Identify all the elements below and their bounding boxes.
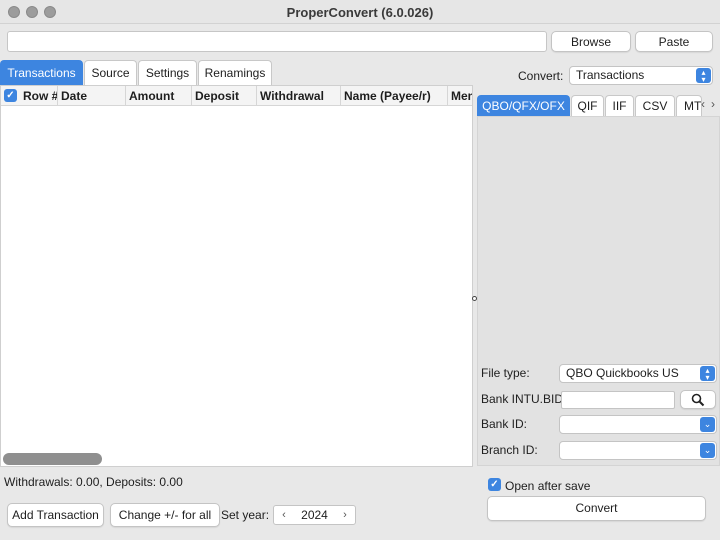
bank-intu-bid-value — [562, 393, 565, 407]
branch-id-label: Branch ID: — [481, 443, 538, 457]
tab-scroll-left-icon[interactable]: ‹ — [701, 97, 705, 111]
column-header-memo[interactable]: Mem — [448, 86, 472, 106]
tab-source-label: Source — [91, 66, 130, 80]
updown-chevron-icon: ▴ ▾ — [696, 68, 711, 84]
bank-id-select[interactable]: ⌄ — [559, 415, 717, 434]
transactions-table[interactable]: ✓ Row # Date Amount Deposit Withdrawal N… — [0, 85, 473, 467]
paste-button-label: Paste — [658, 35, 690, 49]
paste-button[interactable]: Paste — [635, 31, 713, 52]
browse-button-label: Browse — [570, 35, 611, 49]
add-transaction-label: Add Transaction — [12, 508, 99, 522]
select-all-cell: ✓ — [1, 86, 20, 106]
column-header-name[interactable]: Name (Payee/r) — [341, 86, 448, 106]
set-year-label: Set year: — [221, 508, 270, 522]
tab-csv-label: CSV — [642, 99, 668, 113]
branch-id-select[interactable]: ⌄ — [559, 441, 717, 460]
bank-intu-bid-label: Bank INTU.BID: — [481, 392, 567, 406]
column-header-deposit[interactable]: Deposit — [192, 86, 257, 106]
tab-settings-label: Settings — [145, 66, 190, 80]
file-type-value: QBO Quickbooks US — [566, 366, 679, 380]
file-type-select[interactable]: QBO Quickbooks US ▴ ▾ — [559, 364, 717, 383]
table-header: ✓ Row # Date Amount Deposit Withdrawal N… — [1, 86, 472, 106]
updown-chevron-icon: ▴ ▾ — [700, 366, 715, 382]
tab-scroll-right-icon[interactable]: › — [711, 97, 715, 111]
column-header-date[interactable]: Date — [58, 86, 126, 106]
tab-transactions[interactable]: Transactions — [0, 60, 83, 85]
change-sign-button[interactable]: Change +/- for all — [110, 503, 220, 527]
year-stepper[interactable]: ‹ 2024 › — [273, 505, 356, 525]
column-header-row-number[interactable]: Row # — [20, 86, 58, 106]
year-value[interactable]: 2024 — [292, 506, 337, 524]
bank-intu-bid-field[interactable] — [561, 391, 675, 409]
convert-button[interactable]: Convert — [487, 496, 706, 521]
horizontal-scrollbar-thumb[interactable] — [3, 453, 102, 465]
tab-mt[interactable]: MT — [676, 95, 702, 116]
open-after-save-label: Open after save — [505, 479, 591, 493]
title-bar: ProperConvert (6.0.026) — [0, 0, 720, 24]
tab-mt-label: MT — [684, 99, 702, 113]
convert-type-select[interactable]: Transactions ▴ ▾ — [569, 66, 713, 85]
window-title: ProperConvert (6.0.026) — [286, 5, 434, 20]
convert-type-value: Transactions — [576, 68, 645, 82]
chevron-down-icon: ⌄ — [700, 443, 715, 458]
open-after-save-checkbox[interactable]: ✓ — [488, 478, 501, 491]
tab-csv[interactable]: CSV — [635, 95, 675, 116]
convert-label: Convert: — [518, 69, 564, 83]
bank-id-label: Bank ID: — [481, 417, 528, 431]
tab-qbo-qfx-ofx[interactable]: QBO/QFX/OFX — [477, 95, 570, 116]
tab-renamings-label: Renamings — [204, 66, 266, 80]
tab-transactions-label: Transactions — [7, 66, 76, 80]
convert-button-label: Convert — [575, 501, 618, 515]
totals-summary: Withdrawals: 0.00, Deposits: 0.00 — [4, 475, 183, 489]
select-all-checkbox[interactable]: ✓ — [4, 89, 17, 102]
column-header-amount[interactable]: Amount — [126, 86, 192, 106]
add-transaction-button[interactable]: Add Transaction — [7, 503, 104, 527]
chevron-down-icon: ⌄ — [700, 417, 715, 432]
tab-source[interactable]: Source — [84, 60, 137, 85]
file-type-label: File type: — [481, 366, 530, 380]
file-path-input[interactable] — [7, 31, 547, 52]
tab-iif-label: IIF — [612, 99, 627, 113]
chevron-right-icon[interactable]: › — [337, 507, 353, 523]
tab-renamings[interactable]: Renamings — [198, 60, 272, 85]
browse-button[interactable]: Browse — [551, 31, 631, 52]
tab-settings[interactable]: Settings — [138, 60, 197, 85]
tab-qbo-label: QBO/QFX/OFX — [482, 99, 565, 113]
tab-iif[interactable]: IIF — [605, 95, 634, 116]
change-sign-label: Change +/- for all — [118, 508, 212, 522]
tab-qif-label: QIF — [577, 99, 598, 113]
search-icon — [691, 393, 705, 407]
tab-qif[interactable]: QIF — [571, 95, 604, 116]
bank-search-button[interactable] — [680, 390, 716, 409]
chevron-left-icon[interactable]: ‹ — [276, 507, 292, 523]
format-options-panel — [477, 116, 720, 466]
column-header-withdrawal[interactable]: Withdrawal — [257, 86, 341, 106]
